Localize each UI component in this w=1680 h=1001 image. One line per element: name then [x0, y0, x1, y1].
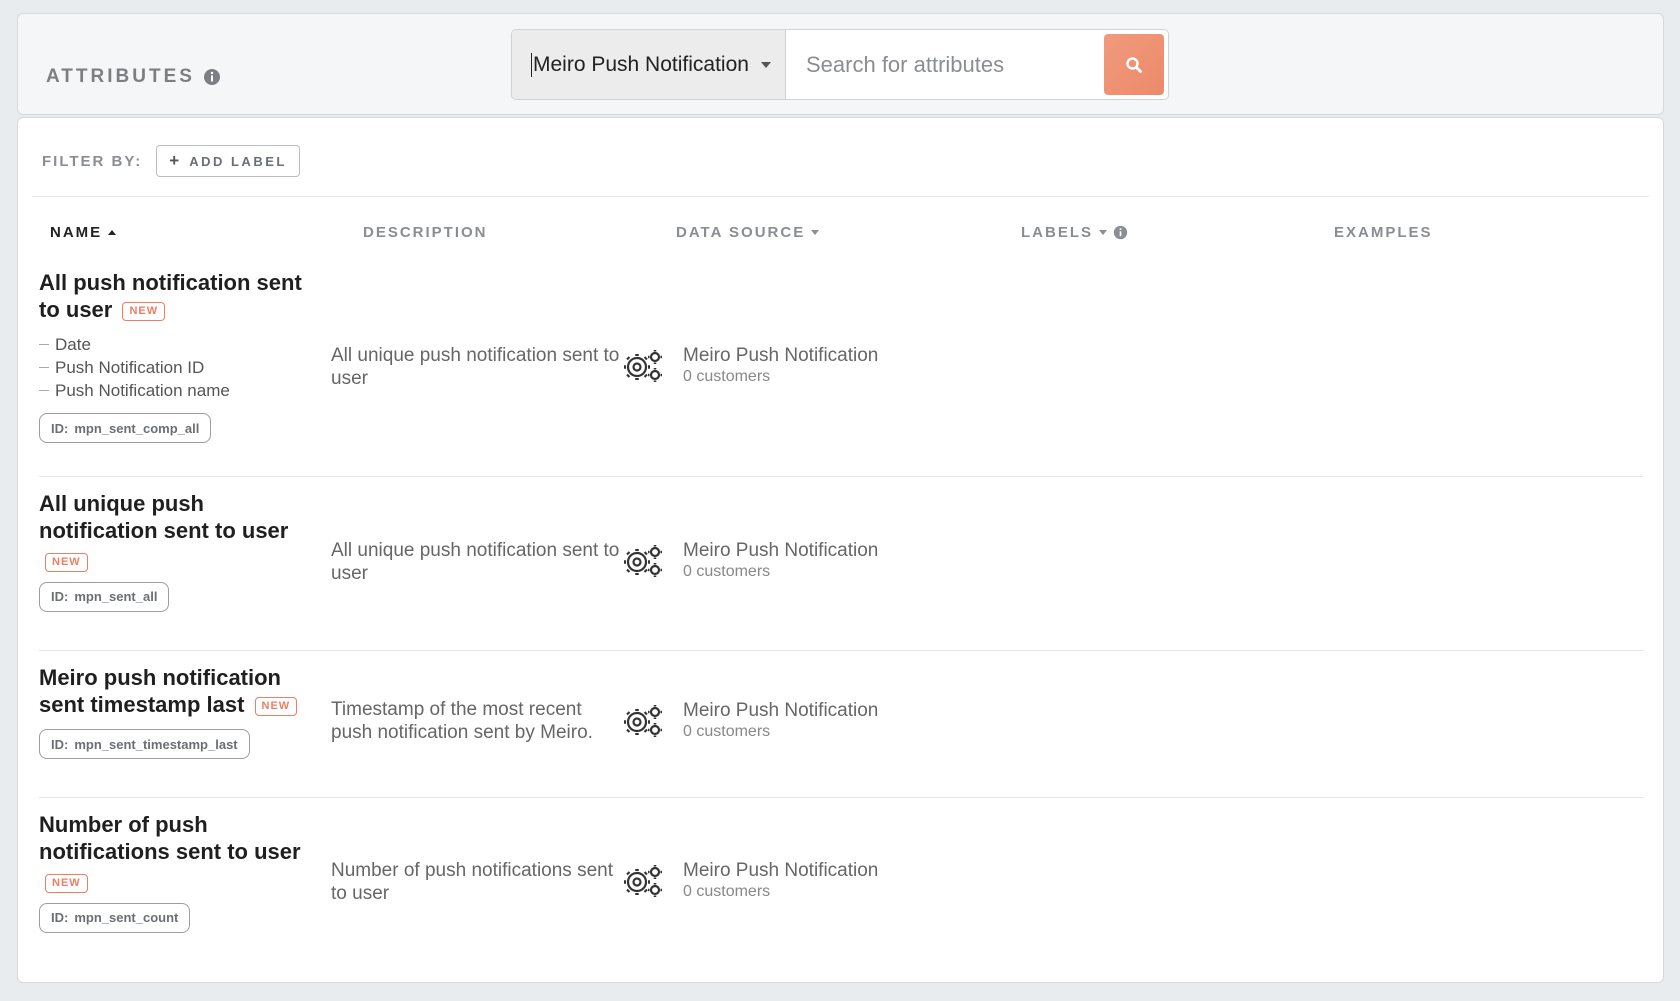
plus-icon: + [169, 151, 180, 170]
table-row[interactable]: Number of push notifications sent to use… [39, 811, 1643, 933]
filter-row: FILTER BY: + ADD LABEL [42, 145, 300, 177]
page-title: ATTRIBUTES [46, 66, 195, 87]
gears-icon [624, 704, 662, 737]
search-bar: Meiro Push Notification [511, 29, 1169, 100]
data-source: Meiro Push Notification 0 customers [623, 700, 878, 741]
data-source-count: 0 customers [683, 883, 771, 900]
column-header-description: DESCRIPTION [363, 224, 488, 241]
column-header-examples: EXAMPLES [1334, 224, 1433, 241]
column-header-labels[interactable]: LABELS [1021, 224, 1128, 241]
chevron-down-icon [811, 230, 820, 235]
column-header-examples-label: EXAMPLES [1334, 224, 1433, 241]
divider [39, 797, 1643, 798]
new-badge: NEW [45, 873, 88, 893]
search-input[interactable] [786, 30, 1104, 99]
attribute-description: All unique push notification sent to use… [331, 540, 620, 584]
data-source-count: 0 customers [683, 563, 771, 580]
new-badge: NEW [254, 696, 298, 716]
data-source-name: Meiro Push Notification [683, 860, 879, 881]
attribute-id-pill[interactable]: ID: mpn_sent_comp_all [39, 413, 212, 443]
data-source-name: Meiro Push Notification [683, 345, 879, 366]
page-title-group: ATTRIBUTES [46, 65, 221, 89]
divider [39, 476, 1643, 477]
column-header-data-source-label: DATA SOURCE [676, 224, 806, 241]
data-source-count: 0 customers [683, 723, 771, 740]
table-row[interactable]: All unique push notification sent to use… [39, 490, 1643, 612]
column-header-data-source[interactable]: DATA SOURCE [676, 224, 820, 241]
data-source: Meiro Push Notification 0 customers [623, 860, 878, 901]
data-source-count: 0 customers [683, 368, 771, 385]
gears-icon [624, 864, 662, 897]
chevron-down-icon [761, 61, 771, 68]
attribute-id-pill[interactable]: ID: mpn_sent_all [39, 581, 170, 612]
gears-icon [624, 349, 662, 382]
attribute-name: Meiro push notification sent timestamp l… [39, 664, 329, 718]
divider [39, 650, 1643, 651]
data-source: Meiro Push Notification 0 customers [623, 540, 878, 581]
attribute-id-pill[interactable]: ID: mpn_sent_count [39, 902, 191, 933]
chevron-down-icon [1099, 230, 1107, 235]
add-label-button-text: ADD LABEL [189, 153, 287, 169]
column-header-name-label: NAME [50, 224, 103, 241]
table-row[interactable]: Meiro push notification sent timestamp l… [39, 664, 1643, 759]
column-header-name[interactable]: NAME [50, 224, 117, 241]
attribute-name: All unique push notification sent to use… [39, 490, 329, 572]
data-source-select-value: Meiro Push Notification [531, 52, 751, 77]
attributes-panel: FILTER BY: + ADD LABEL NAME DESCRIPTION … [17, 117, 1664, 983]
attribute-id-pill[interactable]: ID: mpn_sent_timestamp_last [39, 729, 250, 759]
divider [32, 196, 1649, 197]
data-source-name: Meiro Push Notification [683, 700, 879, 721]
attribute-description: Timestamp of the most recent push notifi… [331, 699, 593, 743]
add-label-button[interactable]: + ADD LABEL [156, 145, 300, 177]
search-icon [1126, 56, 1142, 73]
data-source-select[interactable]: Meiro Push Notification [512, 30, 786, 99]
column-header-labels-label: LABELS [1021, 224, 1093, 241]
new-badge: NEW [122, 301, 166, 321]
info-icon[interactable] [203, 68, 221, 86]
info-icon[interactable] [1113, 225, 1128, 240]
gears-icon [624, 544, 662, 577]
column-header-description-label: DESCRIPTION [363, 224, 488, 241]
search-button[interactable] [1104, 34, 1164, 95]
attribute-description: Number of push notifications sent to use… [331, 860, 613, 904]
attribute-name: Number of push notifications sent to use… [39, 811, 329, 893]
sort-asc-icon [108, 230, 117, 235]
data-source: Meiro Push Notification 0 customers [623, 345, 878, 386]
attribute-description: All unique push notification sent to use… [331, 345, 620, 389]
attributes-header: ATTRIBUTES Meiro Push Notification [17, 13, 1664, 115]
attribute-name: All push notification sent to user NEW [39, 270, 302, 322]
data-source-name: Meiro Push Notification [683, 540, 879, 561]
table-row[interactable]: All push notification sent to user NEW D… [39, 269, 1643, 443]
new-badge: NEW [45, 552, 88, 572]
filter-label: FILTER BY: [42, 152, 143, 170]
